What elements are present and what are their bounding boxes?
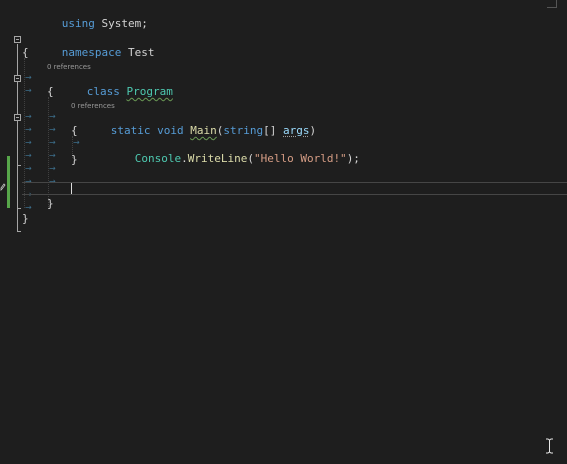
code-line-method[interactable]: static void Main(string[] args) (0, 111, 567, 137)
code-line-method-close[interactable]: } (0, 153, 567, 166)
code-line-class[interactable]: class Program (0, 72, 567, 98)
code-text: System; (94, 17, 148, 30)
keyword: using (61, 17, 95, 30)
code-line-namespace-close[interactable]: } (0, 212, 567, 225)
code-line-class-close[interactable]: } (0, 197, 567, 210)
code-line-namespace[interactable]: namespace Test (0, 33, 567, 59)
code-line-using[interactable]: using System; (0, 4, 567, 30)
close-brace: } (71, 153, 78, 166)
code-line-class-open[interactable]: { (0, 85, 567, 98)
open-brace: { (22, 46, 29, 59)
codelens-references[interactable]: 0 references (47, 63, 91, 72)
code-line-statement[interactable]: Console.WriteLine("Hello World!"); (0, 139, 567, 165)
open-brace: { (47, 85, 54, 98)
open-brace: { (71, 124, 78, 137)
text-caret (71, 183, 72, 194)
close-brace: } (22, 212, 29, 225)
code-line-namespace-open[interactable]: { (0, 46, 567, 59)
current-line-highlight (22, 182, 567, 195)
code-line-method-open[interactable]: { (0, 124, 567, 137)
ibeam-cursor-icon (546, 438, 553, 454)
codelens-references[interactable]: 0 references (71, 102, 115, 111)
code-editor[interactable]: → → → → → → → → → → → → → → → → → using … (0, 0, 567, 464)
close-brace: } (47, 197, 54, 210)
